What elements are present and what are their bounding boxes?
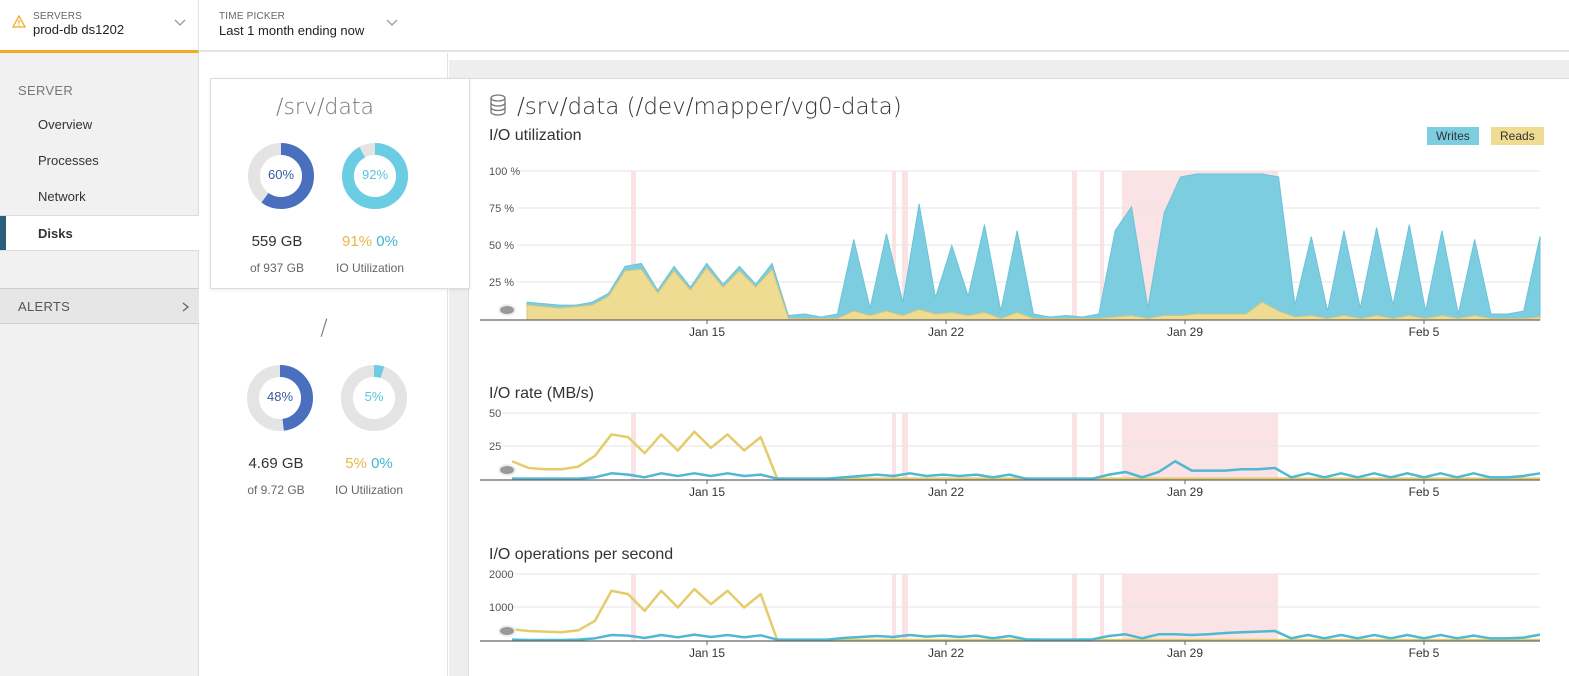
disk-used: 559 GB (251, 233, 303, 250)
disk-card-root[interactable]: / 48% 5% 4.69 GB of 9.72 GB 5% 0% IO Uti… (210, 300, 438, 510)
x-tick-label: Feb 5 (1409, 646, 1440, 660)
io-read-write-pct: 5% 0% (319, 455, 419, 472)
y-tick-label: 50 (489, 408, 501, 420)
disk-total: of 9.72 GB (247, 483, 305, 497)
space-percent: 60% (267, 167, 295, 182)
y-tick-label: 2000 (489, 569, 513, 581)
server-picker[interactable]: SERVERS prod-db ds1202 (0, 0, 199, 53)
x-tick-label: Jan 15 (689, 485, 725, 499)
sidebar-section-server: SERVER (18, 83, 74, 98)
x-tick-label: Jan 15 (689, 646, 725, 660)
space-percent: 48% (266, 389, 294, 404)
sidebar-item-processes[interactable]: Processes (0, 143, 199, 179)
sidebar-item-network[interactable]: Network (0, 179, 199, 215)
io-utilization-chart[interactable]: 100 % 75 % 50 % 25 % Jan 15 Jan 22 Jan 29 Feb 5 (480, 160, 1541, 345)
io-utilization-label: IO Utilization (335, 261, 405, 275)
disk-total: of 937 GB (249, 261, 305, 275)
x-tick-label: Jan 22 (928, 325, 964, 339)
time-range-value: Last 1 month ending now (219, 23, 365, 38)
y-tick-label: 25 % (489, 277, 514, 289)
y-tick-label: 25 (489, 441, 501, 453)
chevron-down-icon (386, 19, 398, 26)
legend-reads[interactable]: Reads (1491, 127, 1544, 145)
x-tick-label: Jan 22 (928, 646, 964, 660)
disk-detail-title: /srv/data (/dev/mapper/vg0-data) (517, 94, 902, 120)
chevron-right-icon (182, 302, 189, 312)
scroll-handle-icon (498, 625, 516, 637)
disk-name: /srv/data (276, 95, 374, 120)
reads-line (511, 587, 1540, 642)
warning-icon (12, 15, 26, 28)
reads-line (511, 430, 1540, 480)
sidebar-item-disks[interactable]: Disks (0, 215, 199, 251)
sidebar: SERVER Overview Processes Network Disks … (0, 53, 199, 676)
scroll-handle-icon (498, 464, 516, 476)
sidebar-item-overview[interactable]: Overview (0, 107, 199, 143)
reads-percent: 91% (342, 233, 373, 250)
chevron-down-icon (174, 19, 186, 26)
x-tick-label: Jan 15 (689, 325, 725, 339)
database-icon (490, 94, 506, 116)
time-picker-label: TIME PICKER (219, 11, 286, 22)
io-percent: 92% (361, 167, 389, 182)
io-utilization-title: I/O utilization (489, 127, 582, 144)
alerts-label: ALERTS (18, 299, 71, 314)
server-name: prod-db ds1202 (33, 22, 125, 37)
disk-card-srv-data[interactable]: /srv/data 60% 92% 559 GB of 937 GB 91% 0… (210, 78, 470, 289)
y-tick-label: 50 % (489, 240, 514, 252)
io-rate-chart[interactable]: 50 25 Jan 15 Jan 22 Jan 29 Feb 5 (480, 405, 1541, 505)
x-tick-label: Feb 5 (1409, 485, 1440, 499)
time-picker[interactable]: TIME PICKER Last 1 month ending now (199, 0, 409, 50)
y-tick-label: 1000 (489, 602, 513, 614)
writes-percent: 0% (371, 455, 393, 472)
io-percent: 5% (364, 389, 384, 404)
y-tick-label: 75 % (489, 203, 514, 215)
legend-writes[interactable]: Writes (1427, 127, 1479, 145)
io-ops-title: I/O operations per second (489, 546, 674, 563)
x-tick-label: Jan 29 (1167, 646, 1203, 660)
x-tick-label: Jan 22 (928, 485, 964, 499)
reads-percent: 5% (345, 455, 367, 472)
io-utilization-label: IO Utilization (334, 483, 404, 497)
servers-label: SERVERS (33, 11, 83, 22)
io-rate-title: I/O rate (MB/s) (489, 385, 594, 402)
sidebar-alerts[interactable]: ALERTS (0, 288, 199, 324)
io-ops-chart[interactable]: 2000 1000 Jan 15 Jan 22 Jan 29 Feb 5 (480, 566, 1541, 666)
disk-used: 4.69 GB (248, 455, 304, 472)
writes-line (512, 459, 1541, 480)
io-read-write-pct: 91% 0% (320, 233, 420, 250)
x-tick-label: Feb 5 (1409, 325, 1440, 339)
disk-name: / (320, 316, 328, 341)
top-bar: SERVERS prod-db ds1202 TIME PICKER Last … (0, 0, 1569, 53)
writes-line (511, 629, 1541, 642)
x-tick-label: Jan 29 (1167, 325, 1203, 339)
x-tick-label: Jan 29 (1167, 485, 1203, 499)
scroll-handle-icon (498, 304, 516, 316)
writes-percent: 0% (376, 233, 398, 250)
y-tick-label: 100 % (489, 166, 520, 178)
